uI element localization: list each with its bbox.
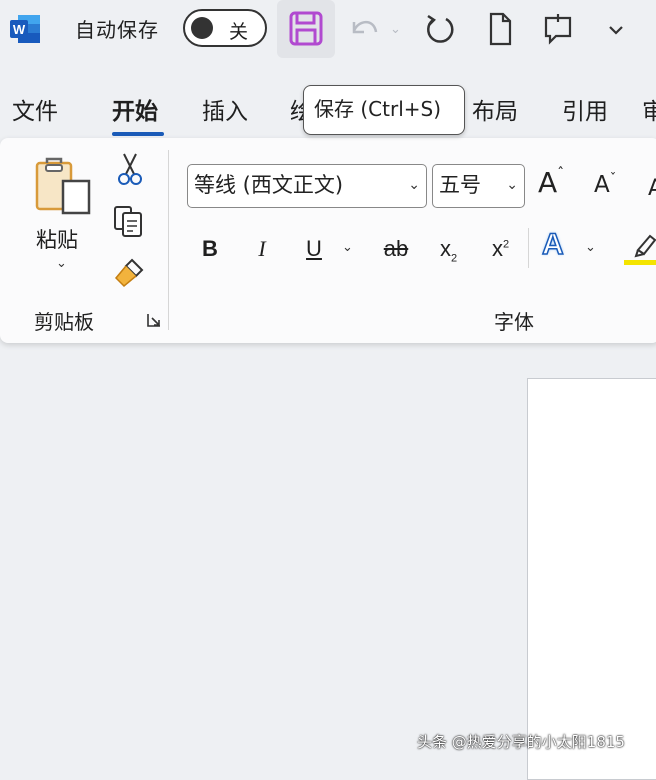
undo-dropdown-chevron-icon[interactable]: ⌄ [390,22,401,37]
shrink-font-icon: A [594,172,610,198]
superscript-mark: 2 [503,238,510,251]
tab-references[interactable]: 引用 [562,92,608,126]
paste-icon[interactable] [33,155,93,219]
superscript-button[interactable]: x2 [492,236,509,262]
font-group-label: 字体 [494,310,534,334]
tab-file[interactable]: 文件 [12,92,58,126]
strikethrough-button[interactable]: ab [376,232,416,266]
save-tooltip: 保存 (Ctrl+S) [303,85,465,135]
new-document-icon [489,12,512,46]
italic-button[interactable]: I [246,232,278,266]
font-group-separator [528,228,529,268]
comment-icon [544,14,572,45]
tab-layout[interactable]: 布局 [472,92,518,126]
font-size-value: 五号 [439,173,481,197]
comment-button[interactable] [538,10,578,48]
chevron-down-icon: ⌄ [506,177,518,193]
text-effects-button[interactable]: A [541,227,564,262]
font-size-select[interactable]: 五号 ⌄ [432,164,525,208]
save-button[interactable] [277,0,335,58]
customize-toolbar-button[interactable] [596,10,636,48]
redo-icon [427,14,454,43]
caret-down-icon: ˇ [609,172,617,187]
clear-format-button[interactable]: A [648,176,656,200]
copy-icon[interactable] [112,204,148,240]
word-logo-icon: W [10,15,40,43]
grow-font-icon: A [538,166,558,199]
text-effects-dropdown-chevron-icon[interactable]: ⌄ [585,240,596,255]
active-tab-indicator [112,132,164,136]
chevron-down-icon: ⌄ [408,177,420,193]
paste-label[interactable]: 粘贴 [36,224,78,254]
highlight-color-icon[interactable] [622,230,656,270]
paste-dropdown-chevron-icon[interactable]: ⌄ [56,256,67,271]
svg-text:W: W [13,22,26,37]
save-icon [289,11,323,46]
tab-home[interactable]: 开始 [112,92,158,126]
tab-insert[interactable]: 插入 [202,92,248,126]
group-divider [168,150,169,330]
new-document-button[interactable] [480,10,520,48]
autosave-toggle[interactable]: 关 [183,9,267,47]
bold-button[interactable]: B [194,232,226,266]
caret-up-icon: ˆ [557,166,565,182]
toggle-knob [191,17,213,39]
subscript-button[interactable]: x2 [440,236,457,264]
font-name-select[interactable]: 等线 (西文正文) ⌄ [187,164,427,208]
format-painter-icon[interactable] [112,256,148,290]
grow-font-button[interactable]: Aˆ [538,166,564,199]
superscript-icon: x [492,236,503,261]
clear-format-icon: A [648,176,656,200]
shrink-font-button[interactable]: Aˇ [594,172,616,198]
underline-dropdown-chevron-icon[interactable]: ⌄ [342,240,353,255]
tab-review[interactable]: 审 [642,92,656,126]
cut-icon[interactable] [114,152,146,188]
customize-toolbar-icon [609,26,623,35]
document-page[interactable] [527,378,656,780]
font-name-value: 等线 (西文正文) [194,173,344,197]
autosave-state: 关 [229,21,249,43]
watermark-text: 头条 @热爱分享的小太阳1815 [417,733,625,751]
undo-icon [352,20,378,34]
redo-button[interactable] [420,10,460,48]
dialog-launcher-icon[interactable] [146,312,162,328]
subscript-icon: x [440,236,451,261]
undo-button[interactable] [344,10,384,48]
autosave-label: 自动保存 [75,18,159,42]
underline-button[interactable]: U [298,232,330,266]
subscript-mark: 2 [451,252,458,265]
clipboard-group-label: 剪贴板 [34,310,94,334]
